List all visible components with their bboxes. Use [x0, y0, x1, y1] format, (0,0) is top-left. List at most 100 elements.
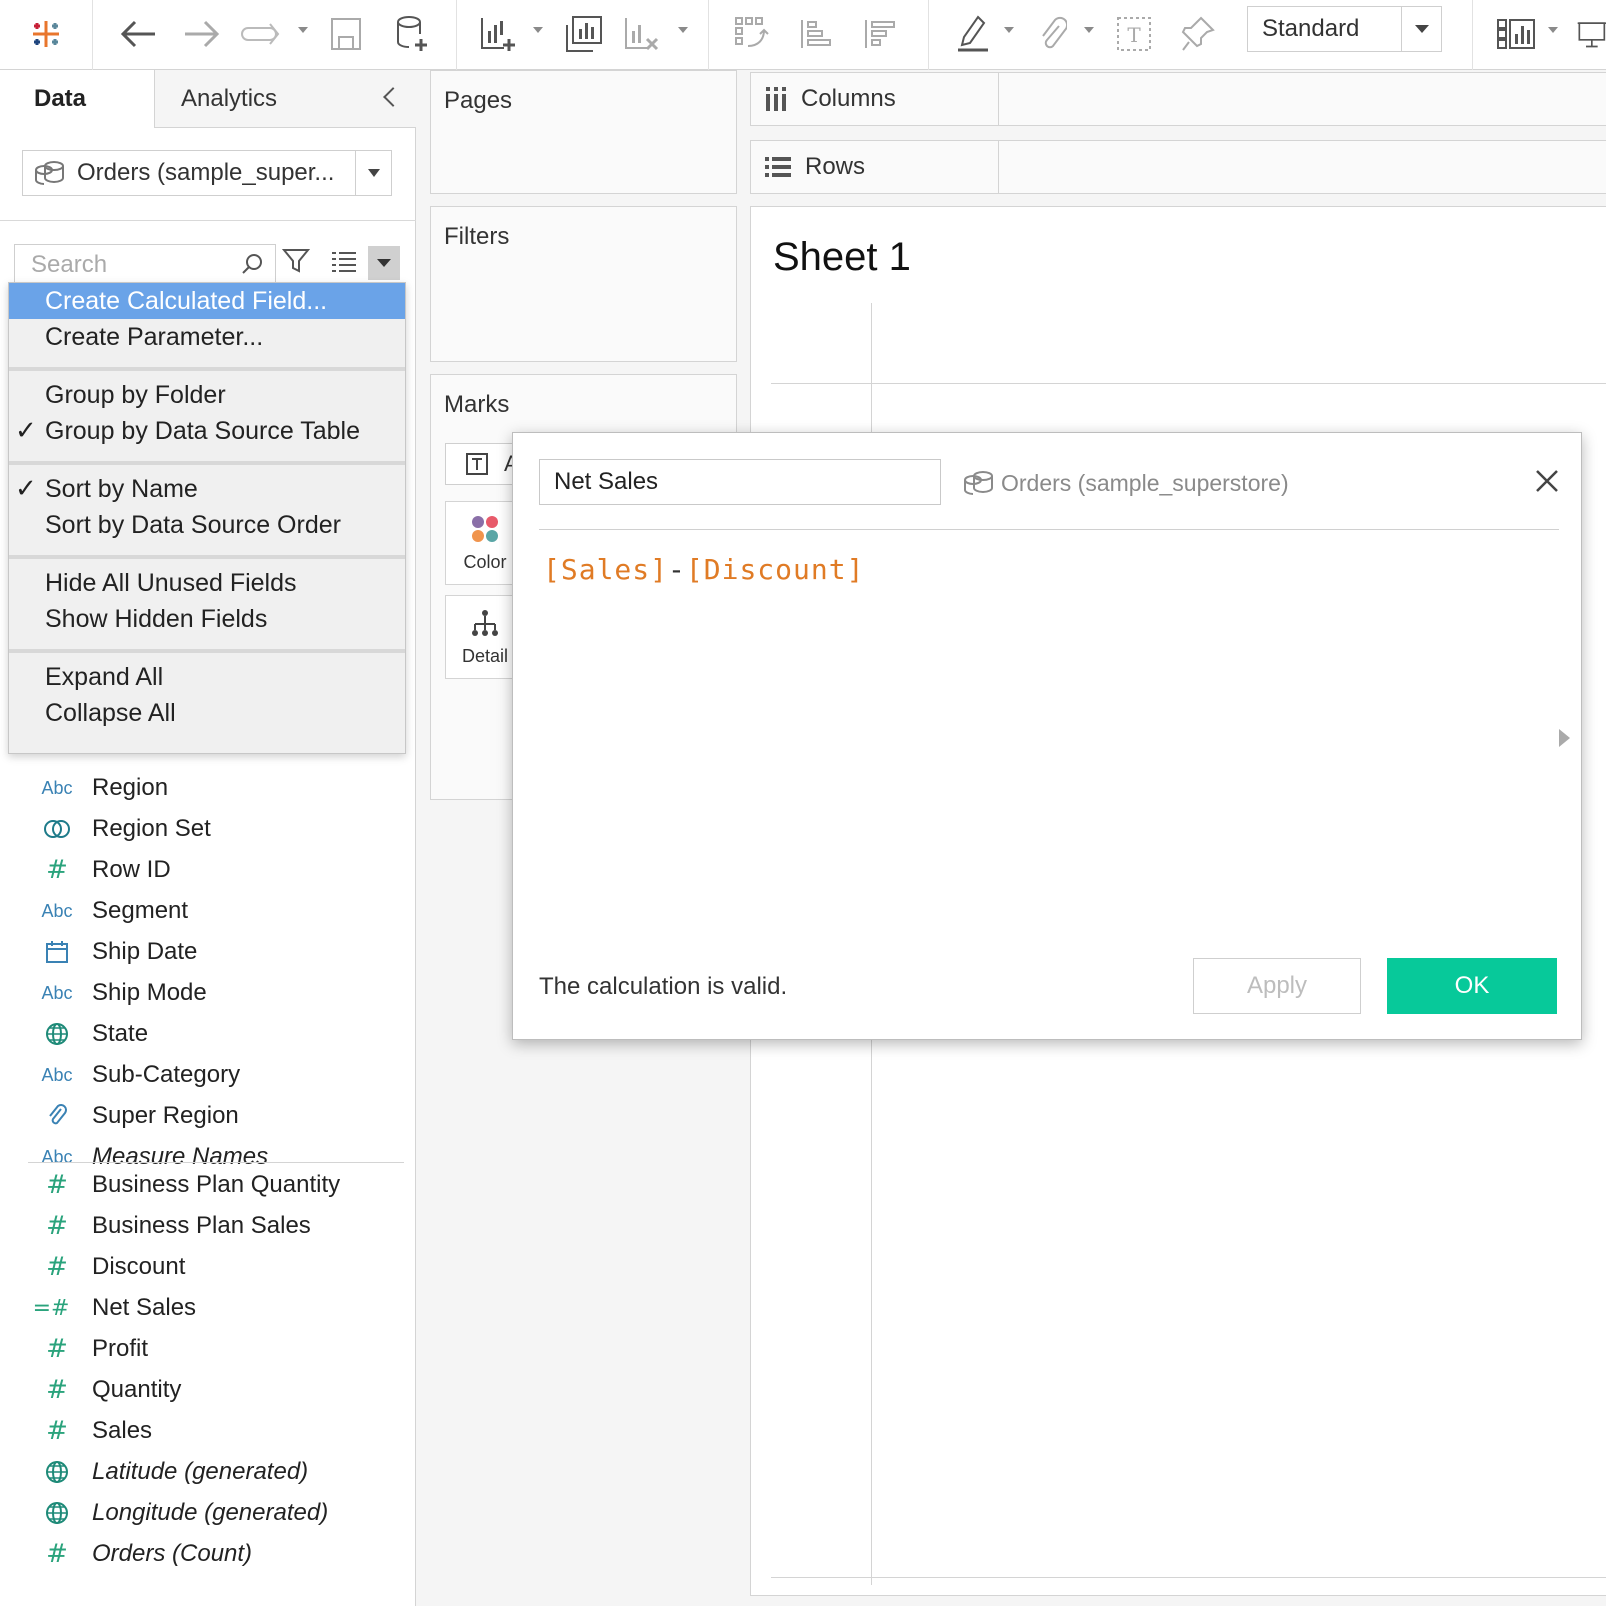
highlight-icon[interactable]: [952, 12, 996, 56]
swap-icon[interactable]: [730, 12, 774, 56]
toolbar: T Standard: [0, 0, 1606, 70]
new-worksheet-icon[interactable]: [476, 12, 520, 56]
datasource-select[interactable]: Orders (sample_super...: [22, 150, 392, 196]
search-input[interactable]: Search: [14, 244, 276, 284]
calendar-icon: [40, 940, 74, 964]
field-label: Ship Mode: [92, 979, 207, 1006]
save-icon[interactable]: [326, 12, 366, 56]
clear-sheet-icon[interactable]: [620, 12, 664, 56]
ok-button[interactable]: OK: [1387, 958, 1557, 1014]
columns-shelf[interactable]: Columns: [750, 72, 1606, 126]
field-region[interactable]: Abc Region: [0, 767, 416, 809]
field-state[interactable]: State: [0, 1013, 416, 1055]
number-type-icon: #: [46, 1252, 68, 1282]
menu-item-sort-by-name[interactable]: ✓ Sort by Name: [9, 471, 405, 507]
calc-datasource: Orders (sample_superstore): [963, 463, 1289, 503]
field-label: Segment: [92, 897, 189, 924]
redo-icon[interactable]: [240, 12, 284, 56]
field-latitude-generated[interactable]: Latitude (generated): [0, 1451, 416, 1493]
menu-item-group-by-folder[interactable]: Group by Folder: [9, 377, 405, 413]
tab-analytics[interactable]: Analytics: [154, 70, 416, 128]
field-quantity[interactable]: # Quantity: [0, 1369, 416, 1411]
new-datasource-icon[interactable]: [390, 12, 434, 56]
filters-shelf[interactable]: Filters: [430, 206, 737, 362]
field-region-set[interactable]: Region Set: [0, 808, 416, 850]
field-label: State: [92, 1020, 149, 1047]
menu-item-group-by-data-source-table[interactable]: ✓ Group by Data Source Table: [9, 413, 405, 449]
field-business-plan-sales[interactable]: # Business Plan Sales: [0, 1205, 416, 1247]
field-row-id[interactable]: # Row ID: [0, 849, 416, 891]
menu-item-label: Expand All: [45, 662, 164, 691]
data-pane-menu-button[interactable]: [368, 246, 400, 280]
field-label: Super Region: [92, 1102, 239, 1129]
field-profit[interactable]: # Profit: [0, 1328, 416, 1370]
number-type-icon: #: [46, 1416, 68, 1446]
field-super-region[interactable]: Super Region: [0, 1095, 416, 1137]
menu-item-sort-by-data-source-order[interactable]: Sort by Data Source Order: [9, 507, 405, 543]
field-sales[interactable]: # Sales: [0, 1410, 416, 1452]
paperclip-icon: [40, 1103, 74, 1129]
field-business-plan-quantity[interactable]: # Business Plan Quantity: [0, 1164, 416, 1206]
menu-item-create-parameter[interactable]: Create Parameter...: [9, 319, 405, 355]
calc-name-input[interactable]: [539, 459, 941, 505]
chevron-left-icon[interactable]: [383, 87, 403, 107]
menu-item-expand-all[interactable]: Expand All: [9, 659, 405, 695]
number-type-icon: #: [46, 855, 68, 885]
rows-shelf[interactable]: Rows: [750, 140, 1606, 194]
field-net-sales[interactable]: =# Net Sales: [0, 1287, 416, 1329]
field-label: Sales: [92, 1417, 153, 1444]
forward-icon[interactable]: [180, 12, 224, 56]
expand-functions-icon[interactable]: [1559, 729, 1570, 747]
field-ship-date[interactable]: Ship Date: [0, 931, 416, 973]
rows-shelf-label: Rows: [751, 141, 999, 193]
menu-item-label: Create Parameter...: [45, 322, 264, 351]
fit-mode-value: Standard: [1262, 15, 1360, 42]
sort-ascending-icon[interactable]: [794, 12, 838, 56]
columns-icon: [766, 87, 786, 111]
show-me-icon[interactable]: [1494, 12, 1538, 56]
menu-item-label: Show Hidden Fields: [45, 604, 268, 633]
menu-separator: [9, 649, 405, 653]
formula-field-sales: [Sales]: [543, 553, 669, 586]
filter-icon[interactable]: [281, 248, 311, 279]
checkmark-icon: ✓: [15, 415, 37, 445]
close-icon[interactable]: [1529, 463, 1565, 499]
back-icon[interactable]: [116, 12, 160, 56]
menu-item-create-calculated-field[interactable]: Create Calculated Field...: [9, 283, 405, 319]
field-sub-category[interactable]: Abc Sub-Category: [0, 1054, 416, 1096]
menu-item-label: Group by Data Source Table: [45, 416, 361, 445]
field-segment[interactable]: Abc Segment: [0, 890, 416, 932]
group-icon[interactable]: [1030, 12, 1074, 56]
sheet-title[interactable]: Sheet 1: [773, 235, 911, 280]
duplicate-sheet-icon[interactable]: [562, 12, 606, 56]
pages-shelf[interactable]: Pages: [430, 70, 737, 194]
labels-icon[interactable]: T: [1112, 12, 1156, 56]
globe-icon: [40, 1501, 74, 1525]
globe-icon: [40, 1460, 74, 1484]
menu-item-hide-all-unused-fields[interactable]: Hide All Unused Fields: [9, 565, 405, 601]
menu-item-label: Sort by Data Source Order: [45, 510, 341, 539]
data-pane-context-menu: Create Calculated Field... Create Paramet…: [8, 282, 406, 754]
fit-mode-select[interactable]: Standard: [1247, 6, 1442, 52]
calc-formula-editor[interactable]: [Sales]-[Discount]: [543, 553, 864, 586]
apply-button[interactable]: Apply: [1193, 958, 1361, 1014]
menu-item-collapse-all[interactable]: Collapse All: [9, 695, 405, 731]
menu-item-show-hidden-fields[interactable]: Show Hidden Fields: [9, 601, 405, 637]
field-discount[interactable]: # Discount: [0, 1246, 416, 1288]
presentation-icon[interactable]: [1576, 12, 1606, 56]
chevron-down-icon: [355, 151, 391, 195]
pin-icon[interactable]: [1176, 12, 1220, 56]
field-longitude-generated[interactable]: Longitude (generated): [0, 1492, 416, 1534]
sort-descending-icon[interactable]: [858, 12, 902, 56]
filters-shelf-title: Filters: [444, 223, 510, 250]
mark-color-label: Color: [463, 551, 507, 572]
field-orders-count[interactable]: # Orders (Count): [0, 1533, 416, 1575]
calculated-number-icon: =#: [32, 1295, 70, 1321]
field-label: Longitude (generated): [92, 1499, 329, 1526]
number-type-icon: #: [46, 1211, 68, 1241]
list-view-icon[interactable]: [330, 250, 358, 277]
field-ship-mode[interactable]: Abc Ship Mode: [0, 972, 416, 1014]
tab-data[interactable]: Data: [0, 70, 154, 128]
menu-item-label: Sort by Name: [45, 474, 198, 503]
menu-separator: [9, 461, 405, 465]
